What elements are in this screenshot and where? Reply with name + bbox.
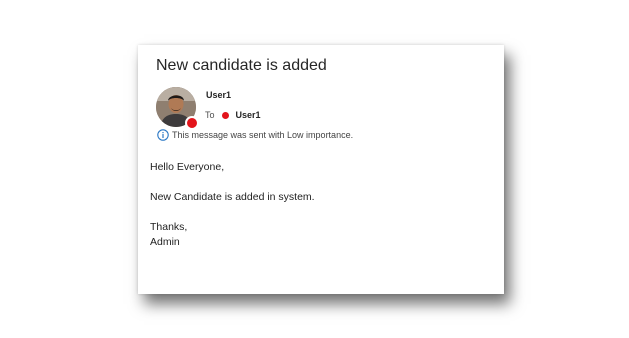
email-body: Hello Everyone, New Candidate is added i… xyxy=(150,160,315,250)
body-signature: Admin xyxy=(150,236,180,248)
body-line: New Candidate is added in system. xyxy=(150,191,315,203)
recipient-name[interactable]: User1 xyxy=(236,110,261,120)
sender-name[interactable]: User1 xyxy=(206,90,231,100)
importance-info-bar: This message was sent with Low importanc… xyxy=(157,129,353,141)
screenshot-stage: New candidate is added User1 To User1 Th… xyxy=(0,0,629,338)
sender-presence-indicator xyxy=(185,116,199,130)
email-reading-pane: New candidate is added User1 To User1 Th… xyxy=(138,45,504,294)
email-subject: New candidate is added xyxy=(156,57,327,74)
info-icon xyxy=(157,129,169,141)
body-greeting: Hello Everyone, xyxy=(150,161,225,173)
body-closing: Thanks, xyxy=(150,221,188,233)
recipients-row: To User1 xyxy=(205,109,261,121)
to-label: To xyxy=(205,110,215,120)
recipient-presence-indicator xyxy=(221,111,229,119)
importance-text: This message was sent with Low importanc… xyxy=(172,130,354,140)
